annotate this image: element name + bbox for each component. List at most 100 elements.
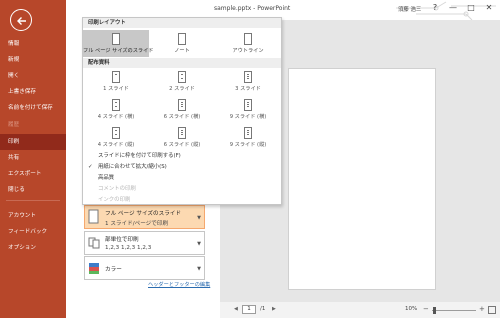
- color-setting[interactable]: カラー ▼: [84, 256, 205, 280]
- full-page-slide-icon: [112, 33, 120, 45]
- back-button[interactable]: [10, 9, 32, 31]
- handout-1-slide[interactable]: 1 スライド: [83, 69, 149, 95]
- chevron-down-icon: ▼: [197, 215, 201, 221]
- print-layout-description: 1 スライド/ページで印刷: [105, 221, 169, 227]
- handout-slide-mark: [247, 102, 249, 103]
- collate-icon: [88, 235, 100, 251]
- layout-label: ノート: [174, 48, 190, 54]
- handout-label: 1 スライド: [103, 86, 129, 92]
- layout-outline[interactable]: アウトライン: [215, 30, 281, 57]
- page-total: /1: [260, 306, 266, 312]
- sidebar-item-close[interactable]: 閉じる: [0, 182, 66, 198]
- option-frame-slides[interactable]: スライドに枠を付けて印刷する(F): [83, 151, 281, 161]
- handout-slide-mark: [247, 78, 249, 79]
- zoom-level[interactable]: 10%: [405, 306, 417, 312]
- notes-page-icon: [178, 33, 186, 45]
- handout-slide-mark: [181, 104, 183, 105]
- handout-1-slide-icon: [112, 71, 120, 83]
- handout-slide-mark: [181, 132, 183, 133]
- sidebar-item-info[interactable]: 情報: [0, 36, 66, 52]
- handout-slide-mark: [247, 104, 249, 105]
- chevron-down-icon: ▼: [197, 266, 201, 272]
- window-controls: ? — □ ✕: [426, 2, 498, 14]
- handout-9-slides-horizontal-icon: [244, 99, 252, 111]
- print-layout-setting[interactable]: フル ページ サイズのスライド 1 スライド/ページで印刷 ▼: [84, 205, 205, 229]
- sidebar-item-feedback[interactable]: フィードバック: [0, 224, 66, 240]
- handout-slide-mark: [247, 132, 249, 133]
- handout-9-slides-vertical-icon: [244, 127, 252, 139]
- handout-6-slides-vertical[interactable]: 6 スライド (縦): [149, 125, 215, 151]
- handout-slide-mark: [247, 76, 249, 77]
- handout-3-slides[interactable]: 3 スライド: [215, 69, 281, 95]
- sidebar-item-new[interactable]: 新規: [0, 52, 66, 68]
- handout-slide-mark: [247, 134, 249, 135]
- title-bar: sample.pptx - PowerPoint 須藤 浩三 ? — □ ✕: [66, 0, 500, 20]
- sidebar-item-print[interactable]: 印刷: [0, 134, 66, 150]
- sidebar-item-save[interactable]: 上書き保存: [0, 84, 66, 100]
- sidebar-item-open[interactable]: 開く: [0, 68, 66, 84]
- handout-4-slides-vertical[interactable]: 4 スライド (縦): [83, 125, 149, 151]
- page-number-input[interactable]: 1: [242, 305, 256, 314]
- option-scale-to-fit-label: 用紙に合わせて拡大/縮小(S): [98, 164, 167, 170]
- zoom-slider[interactable]: [432, 310, 476, 311]
- layout-full-page-slide[interactable]: フル ページ サイズのスライド: [83, 30, 154, 57]
- handout-slide-mark: [115, 74, 117, 75]
- fit-to-window-button[interactable]: [488, 306, 496, 314]
- back-arrow-icon: [17, 17, 26, 25]
- collate-setting[interactable]: 部単位で印刷 1,2,3 1,2,3 1,2,3 ▼: [84, 231, 205, 255]
- handout-slide-mark: [247, 74, 249, 75]
- collate-description: 1,2,3 1,2,3 1,2,3: [105, 245, 152, 251]
- help-button[interactable]: ?: [426, 2, 444, 14]
- sidebar-item-export[interactable]: エクスポート: [0, 166, 66, 182]
- handout-slide-mark: [115, 130, 117, 131]
- handout-2-slides-icon: [178, 71, 186, 83]
- window-title: sample.pptx - PowerPoint: [214, 5, 291, 12]
- option-scale-to-fit[interactable]: ✓ 用紙に合わせて拡大/縮小(S): [83, 162, 281, 172]
- sidebar-item-account[interactable]: アカウント: [0, 208, 66, 224]
- previous-page-icon[interactable]: ◀: [234, 306, 238, 312]
- handout-6-slides-horizontal[interactable]: 6 スライド (横): [149, 97, 215, 123]
- sidebar-item-history: 履歴: [8, 122, 20, 128]
- layout-label: フル ページ サイズのスライド: [83, 48, 154, 54]
- handout-label: 6 スライド (縦): [163, 142, 201, 148]
- handout-label: 9 スライド (縦): [229, 142, 267, 148]
- checkmark-icon: ✓: [88, 164, 93, 170]
- option-print-ink: インクの印刷: [98, 197, 131, 203]
- handout-9-slides-horizontal[interactable]: 9 スライド (横): [215, 97, 281, 123]
- minimize-button[interactable]: —: [444, 2, 462, 14]
- close-window-button[interactable]: ✕: [480, 2, 498, 14]
- sidebar-item-save-as[interactable]: 名前を付けて保存: [0, 100, 66, 116]
- sidebar-item-options[interactable]: オプション: [0, 240, 66, 256]
- maximize-button[interactable]: □: [462, 2, 480, 14]
- edit-header-footer-link[interactable]: ヘッダーとフッターの編集: [148, 281, 210, 288]
- handout-label: 9 スライド (横): [229, 114, 267, 120]
- print-backstage: 情報 新規 開く 上書き保存 名前を付けて保存 履歴 印刷 共有 エクスポート …: [0, 0, 500, 318]
- layout-section-header: 印刷レイアウト: [83, 18, 281, 28]
- sidebar-item-share[interactable]: 共有: [0, 150, 66, 166]
- color-value: カラー: [105, 267, 122, 273]
- zoom-in-button[interactable]: +: [479, 305, 485, 313]
- handout-2-slides[interactable]: 2 スライド: [149, 69, 215, 95]
- option-high-quality[interactable]: 高品質: [83, 173, 281, 183]
- zoom-slider-thumb[interactable]: [433, 307, 436, 314]
- print-layout-dropdown: 印刷レイアウト フル ページ サイズのスライド ノート アウトライン 配布資料 …: [82, 17, 282, 205]
- handout-4-slides-horizontal[interactable]: 4 スライド (横): [83, 97, 149, 123]
- outline-page-icon: [244, 33, 252, 45]
- handouts-section-header: 配布資料: [83, 58, 281, 68]
- user-name[interactable]: 須藤 浩三: [398, 5, 421, 13]
- handout-3-slides-icon: [244, 71, 252, 83]
- layout-notes[interactable]: ノート: [149, 30, 215, 57]
- handout-slide-mark: [181, 78, 183, 79]
- handout-6-slides-vertical-icon: [178, 127, 186, 139]
- handout-slide-mark: [181, 74, 183, 75]
- preview-status-bar: ◀ 1 /1 ▶ 10% − +: [220, 302, 500, 318]
- zoom-out-button[interactable]: −: [423, 305, 429, 313]
- next-page-icon[interactable]: ▶: [272, 306, 276, 312]
- full-page-slide-icon: [88, 209, 100, 225]
- print-layout-value: フル ページ サイズのスライド: [105, 211, 181, 217]
- chevron-down-icon: ▼: [197, 241, 201, 247]
- handout-9-slides-vertical[interactable]: 9 スライド (縦): [215, 125, 281, 151]
- handout-slide-mark: [247, 106, 249, 107]
- backstage-sidebar: 情報 新規 開く 上書き保存 名前を付けて保存 履歴 印刷 共有 エクスポート …: [0, 0, 66, 318]
- handout-label: 4 スライド (縦): [97, 142, 135, 148]
